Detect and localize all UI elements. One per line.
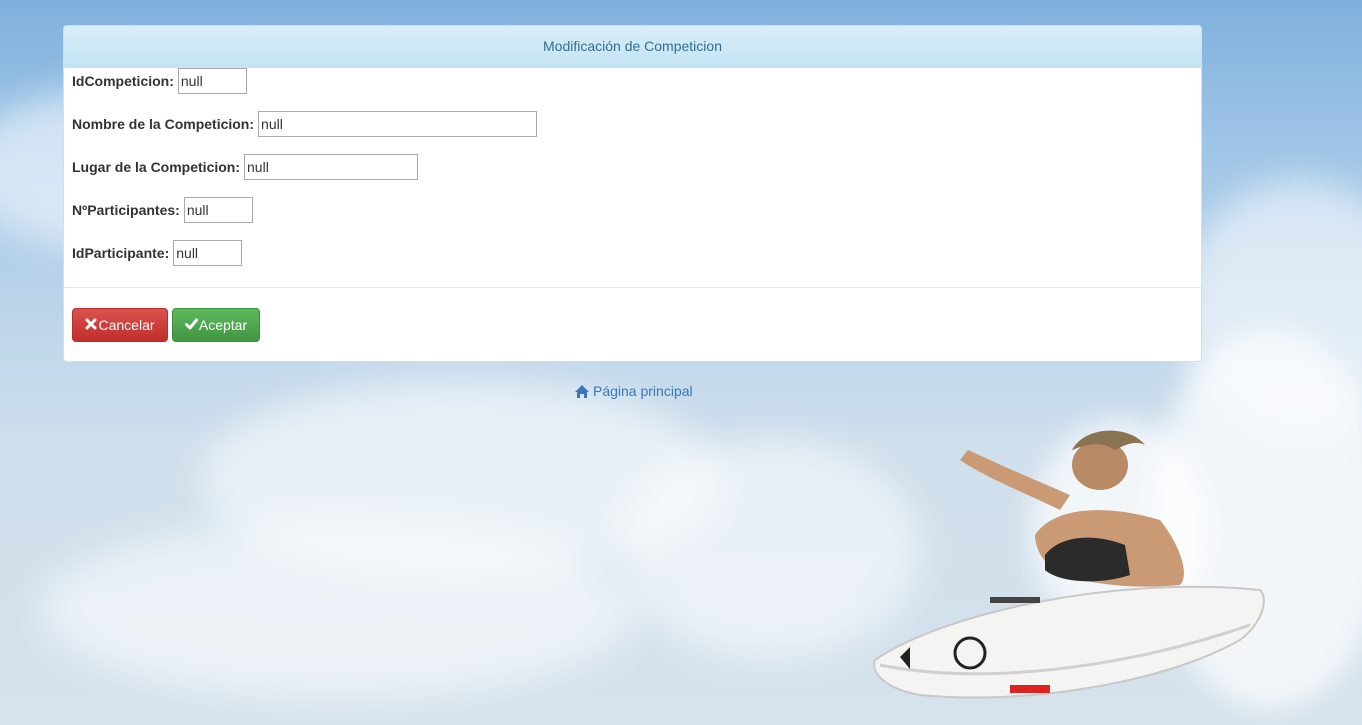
form-divider <box>64 287 1201 288</box>
field-row-lugar: Lugar de la Competicion: <box>72 154 419 180</box>
cancel-button-label: Cancelar <box>98 317 155 333</box>
nombre-input[interactable] <box>258 111 538 137</box>
remove-icon <box>85 317 97 333</box>
field-row-idcompeticion: IdCompeticion: <box>72 68 247 94</box>
idcompeticion-input[interactable] <box>177 68 247 94</box>
edit-competition-panel: Modificación de Competicion IdCompeticio… <box>63 25 1202 362</box>
lugar-label: Lugar de la Competicion: <box>72 159 241 175</box>
field-row-participantes: NºParticipantes: <box>72 197 253 223</box>
cancel-button[interactable]: Cancelar <box>72 308 168 342</box>
lugar-input[interactable] <box>244 154 419 180</box>
home-link[interactable]: Página principal <box>574 383 693 399</box>
idparticipante-input[interactable] <box>173 240 243 266</box>
participantes-label: NºParticipantes: <box>72 202 180 218</box>
participantes-input[interactable] <box>183 197 253 223</box>
idparticipante-label: IdParticipante: <box>72 245 170 261</box>
home-link-label: Página principal <box>593 383 693 399</box>
accept-button[interactable]: Aceptar <box>172 308 260 342</box>
ok-icon <box>184 317 198 333</box>
idcompeticion-label: IdCompeticion: <box>72 73 174 89</box>
panel-title: Modificación de Competicion <box>64 26 1201 68</box>
field-row-nombre: Nombre de la Competicion: <box>72 111 538 137</box>
field-row-idparticipante: IdParticipante: <box>72 240 243 266</box>
surfer-image <box>873 430 1265 699</box>
accept-button-label: Aceptar <box>198 317 248 333</box>
home-icon <box>575 384 589 398</box>
nombre-label: Nombre de la Competicion: <box>72 116 255 132</box>
